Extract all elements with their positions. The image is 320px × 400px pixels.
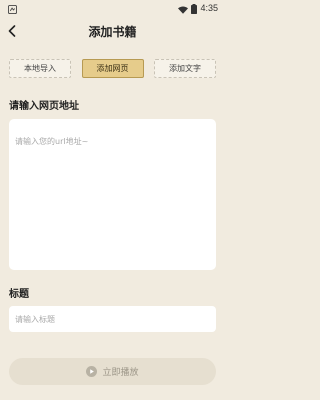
source-tabs: 本地导入 添加网页 添加文字 (9, 59, 216, 80)
play-now-label: 立即播放 (102, 368, 139, 378)
back-button[interactable] (4, 22, 20, 40)
page-title: 添加书籍 (88, 24, 137, 39)
tab-add-text[interactable]: 添加文字 (154, 59, 216, 78)
wifi-icon (178, 0, 189, 18)
status-bar: 4:35 (0, 0, 225, 16)
play-now-button[interactable]: 立即播放 (9, 358, 216, 385)
url-input-placeholder: 请输入您的url地址~ (15, 137, 89, 146)
header: 添加书籍 (0, 16, 225, 46)
status-right: 4:35 (178, 0, 218, 18)
title-input[interactable]: 请输入标题 (9, 306, 216, 332)
title-section-label: 标题 (9, 289, 29, 300)
tab-add-webpage[interactable]: 添加网页 (81, 59, 144, 78)
url-input[interactable]: 请输入您的url地址~ (9, 119, 216, 270)
status-left (7, 0, 17, 18)
tab-local-import[interactable]: 本地导入 (9, 59, 71, 78)
title-input-placeholder: 请输入标题 (15, 314, 55, 324)
play-circle-icon (86, 362, 98, 381)
status-time: 4:35 (200, 3, 218, 13)
app-logo-icon (7, 0, 17, 18)
chevron-left-icon (8, 22, 16, 41)
battery-icon (191, 0, 198, 18)
url-section-label: 请输入网页地址 (9, 101, 79, 112)
